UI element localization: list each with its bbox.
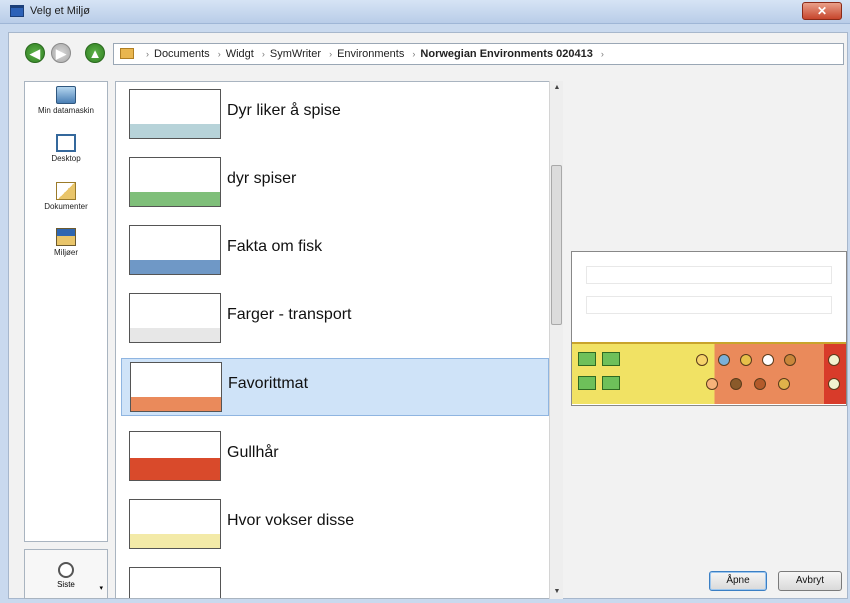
scroll-down-icon[interactable]: ▼ <box>550 585 564 599</box>
close-button[interactable]: ✕ <box>802 2 842 20</box>
up-folder-icon[interactable]: ▲ <box>85 43 105 63</box>
breadcrumb-norwegian-environments[interactable]: Norwegian Environments 020413 <box>420 48 592 60</box>
preview-cell <box>578 352 596 366</box>
food-symbol-icon <box>740 354 752 366</box>
breadcrumb-environments[interactable]: Environments <box>337 48 404 60</box>
navigation-bar: ◀ ▶ ▲ › Documents › Widgt › SymWriter › Envi… <box>9 33 847 73</box>
place-label: Dokumenter <box>44 202 88 211</box>
environments-folder-icon <box>56 228 76 246</box>
environment-preview <box>571 251 847 406</box>
back-icon[interactable]: ◀ <box>25 43 45 63</box>
breadcrumb-widgt[interactable]: Widgt <box>226 48 254 60</box>
preview-cell <box>578 376 596 390</box>
pencil-icon <box>828 354 840 366</box>
preview-symbol-grid <box>572 342 846 404</box>
breadcrumb-separator: › <box>146 49 149 59</box>
app-icon <box>10 5 24 17</box>
breadcrumb-symwriter[interactable]: SymWriter <box>270 48 321 60</box>
environment-thumbnail <box>130 362 222 412</box>
food-symbol-icon <box>706 378 718 390</box>
forward-icon[interactable]: ▶ <box>51 43 71 63</box>
environment-thumbnail <box>129 499 221 549</box>
environment-list: Dyr liker å spise dyr spiser Fakta om fi… <box>115 81 563 599</box>
dialog-window: ◀ ▶ ▲ › Documents › Widgt › SymWriter › Envi… <box>8 32 848 599</box>
place-label: Desktop <box>51 154 81 163</box>
environment-thumbnail <box>129 431 221 481</box>
desktop-icon <box>56 134 76 152</box>
recent-places-button[interactable]: Siste ▾ <box>24 549 108 599</box>
recent-label: Siste <box>57 580 75 589</box>
breadcrumb-separator: › <box>217 49 221 59</box>
environment-thumbnail <box>129 567 221 598</box>
environment-thumbnail <box>129 293 221 343</box>
chevron-down-icon: ▾ <box>99 585 103 592</box>
settings-icon <box>828 378 840 390</box>
place-environments[interactable]: Miljøer <box>25 228 107 257</box>
place-documents[interactable]: Dokumenter <box>25 182 107 211</box>
food-symbol-icon <box>730 378 742 390</box>
breadcrumb-separator: › <box>412 49 416 59</box>
list-item[interactable]: dyr spiser <box>121 154 549 212</box>
food-symbol-icon <box>762 354 774 366</box>
breadcrumb-documents[interactable]: Documents <box>154 48 210 60</box>
places-sidebar: Min datamaskin Desktop Dokumenter Miljøe… <box>24 81 108 542</box>
list-item-label: Hvor vokser disse <box>227 512 355 529</box>
breadcrumb: › Documents › Widgt › SymWriter › Environmen… <box>141 48 609 60</box>
open-button[interactable]: Åpne <box>709 571 767 591</box>
preview-cell <box>602 352 620 366</box>
computer-icon <box>56 86 76 104</box>
place-my-computer[interactable]: Min datamaskin <box>25 86 107 115</box>
list-item-label: Fakta om fisk <box>227 238 323 255</box>
list-item[interactable]: Fakta om fisk <box>121 222 549 280</box>
list-item-selected[interactable]: Favorittmat <box>121 358 549 416</box>
food-symbol-icon <box>778 378 790 390</box>
scroll-up-icon[interactable]: ▲ <box>550 81 564 95</box>
preview-text-field <box>586 266 832 284</box>
list-item[interactable] <box>121 564 549 598</box>
scroll-thumb[interactable] <box>551 165 562 325</box>
list-item[interactable]: Hvor vokser disse <box>121 496 549 554</box>
environment-thumbnail <box>129 225 221 275</box>
food-symbol-icon <box>784 354 796 366</box>
folder-icon <box>120 48 134 59</box>
environment-thumbnail <box>129 89 221 139</box>
window-title: Velg et Miljø <box>30 5 90 17</box>
title-bar: Velg et Miljø ✕ <box>0 0 850 24</box>
food-symbol-icon <box>754 378 766 390</box>
list-item-label: Farger - transport <box>227 306 352 323</box>
cancel-button[interactable]: Avbryt <box>778 571 842 591</box>
list-item[interactable]: Gullhår <box>121 428 549 486</box>
food-symbol-icon <box>696 354 708 366</box>
food-symbol-icon <box>718 354 730 366</box>
breadcrumb-separator: › <box>329 49 333 59</box>
list-item[interactable]: Farger - transport <box>121 290 549 348</box>
list-item[interactable]: Dyr liker å spise <box>121 86 549 144</box>
breadcrumb-separator: › <box>261 49 265 59</box>
vertical-scrollbar[interactable]: ▲ ▼ <box>549 81 563 599</box>
list-item-label: dyr spiser <box>227 170 297 187</box>
list-item-label: Dyr liker å spise <box>227 102 341 119</box>
preview-text-field <box>586 296 832 314</box>
preview-cell <box>602 376 620 390</box>
environment-thumbnail <box>129 157 221 207</box>
clock-icon <box>58 562 74 578</box>
address-bar[interactable]: › Documents › Widgt › SymWriter › Environmen… <box>113 43 844 65</box>
list-item-label: Favorittmat <box>228 375 309 392</box>
breadcrumb-separator[interactable]: › <box>601 49 604 59</box>
place-desktop[interactable]: Desktop <box>25 134 107 163</box>
documents-folder-icon <box>56 182 76 200</box>
list-item-label: Gullhår <box>227 444 279 461</box>
place-label: Min datamaskin <box>37 106 95 115</box>
place-label: Miljøer <box>54 248 78 257</box>
